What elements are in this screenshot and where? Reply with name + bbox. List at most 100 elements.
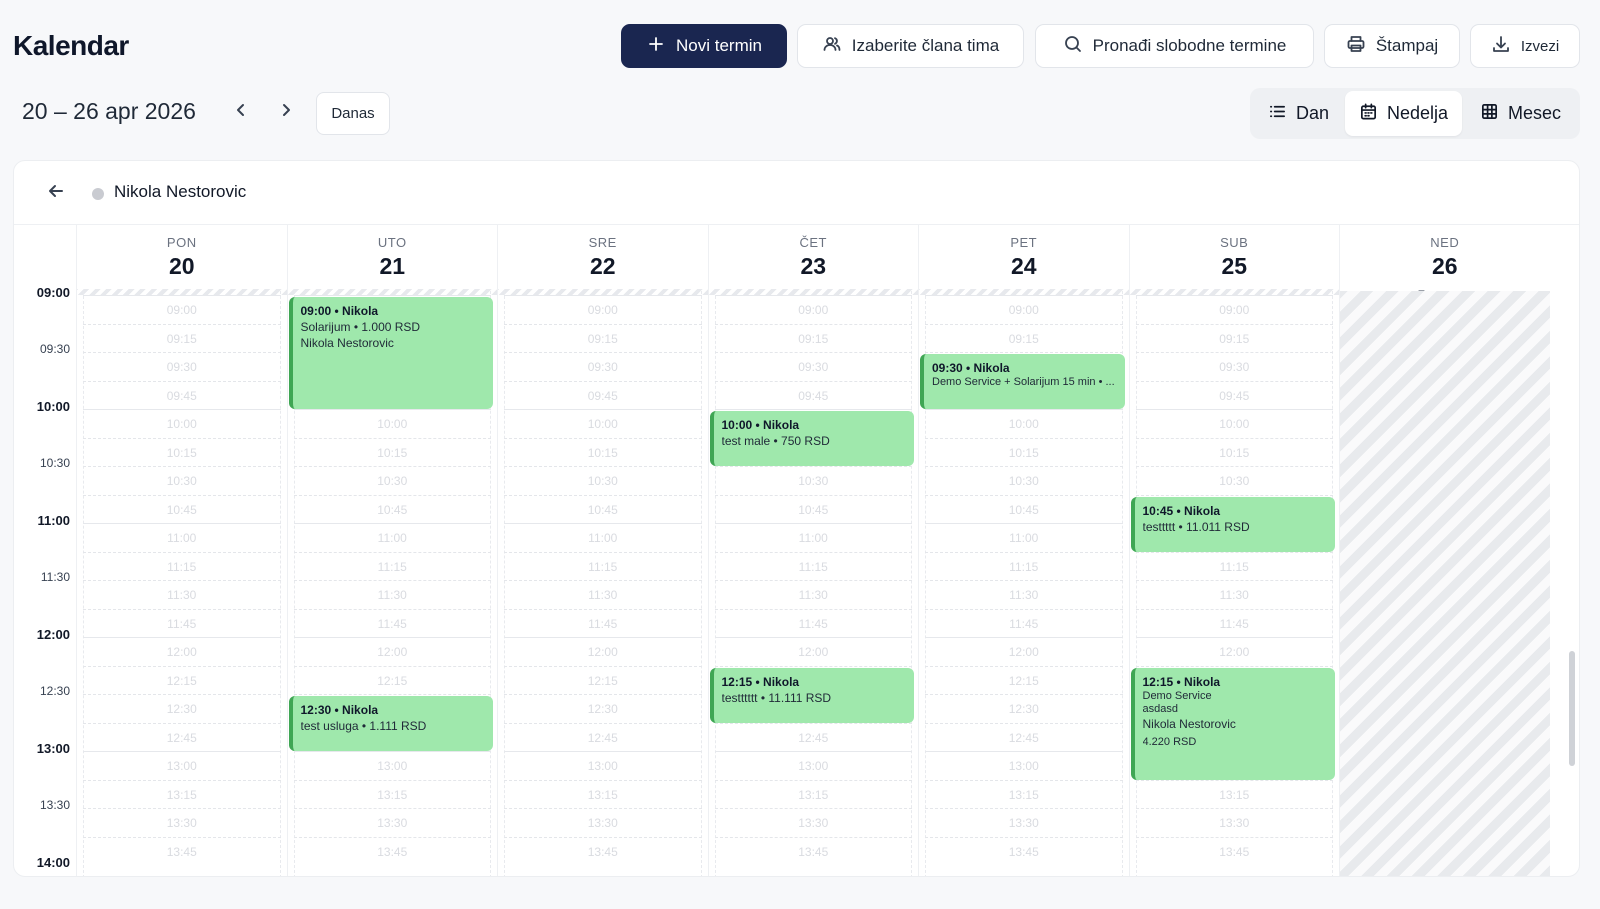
time-slot[interactable]: 13:00 [83,759,281,773]
day-header-25[interactable]: SUB 25 [1128,225,1340,291]
new-appointment-button[interactable]: Novi termin [621,24,787,68]
time-slot[interactable]: 09:30 [83,360,281,374]
time-slot[interactable]: 12:00 [83,645,281,659]
time-slot[interactable]: 12:45 [83,731,281,745]
time-slot[interactable]: 11:45 [715,617,913,631]
vertical-scrollbar[interactable] [1569,651,1575,766]
day-column-20[interactable]: 09:00 09:15 09:30 09:45 10:00 10:15 10:30 10:45… [76,289,287,876]
time-slot[interactable]: 11:45 [504,617,702,631]
previous-week-button[interactable] [228,98,254,126]
time-slot[interactable]: 13:00 [925,759,1123,773]
next-week-button[interactable] [273,98,299,126]
time-slot[interactable]: 11:15 [925,560,1123,574]
time-slot[interactable]: 10:45 [504,503,702,517]
day-header-21[interactable]: UTO 21 [286,225,498,291]
time-slot[interactable]: 13:45 [504,845,702,859]
time-slot[interactable]: 10:45 [294,503,492,517]
time-slot[interactable]: 11:45 [294,617,492,631]
time-slot[interactable]: 13:30 [294,816,492,830]
time-slot[interactable]: 10:15 [83,446,281,460]
time-slot[interactable]: 09:15 [715,332,913,346]
time-slot[interactable]: 12:30 [504,702,702,716]
view-week-button[interactable]: Nedelja [1345,91,1463,136]
time-slot[interactable]: 12:00 [294,645,492,659]
day-header-24[interactable]: PET 24 [918,225,1129,291]
time-slot[interactable]: 11:45 [925,617,1123,631]
time-slot[interactable]: 13:30 [504,816,702,830]
export-button[interactable]: Izvezi [1470,24,1580,68]
appointment-card[interactable]: 09:00 • Nikola Solarijum • 1.000 RSD Nikol… [288,297,493,409]
time-slot[interactable]: 12:45 [715,731,913,745]
day-column-25[interactable]: 09:00 09:15 09:30 09:45 10:00 10:15 10:30 10:45… [1128,289,1339,876]
print-button[interactable]: Štampaj [1324,24,1460,68]
time-slot[interactable]: 13:15 [294,788,492,802]
time-slot[interactable]: 13:00 [504,759,702,773]
time-slot[interactable]: 09:00 [83,303,281,317]
time-slot[interactable]: 09:00 [504,303,702,317]
time-slot[interactable]: 12:00 [504,645,702,659]
time-slot[interactable]: 11:00 [83,531,281,545]
time-slot[interactable]: 09:45 [83,389,281,403]
view-month-button[interactable]: Mesec [1466,91,1575,136]
time-slot[interactable]: 11:00 [294,531,492,545]
time-slot[interactable]: 11:30 [294,588,492,602]
time-slot[interactable]: 11:30 [504,588,702,602]
time-slot[interactable]: 11:30 [83,588,281,602]
time-slot[interactable]: 10:30 [83,474,281,488]
today-button[interactable]: Danas [316,92,390,135]
time-slot[interactable]: 09:30 [1136,360,1334,374]
time-slot[interactable]: 09:00 [925,303,1123,317]
time-slot[interactable]: 11:15 [715,560,913,574]
time-slot[interactable]: 10:00 [294,417,492,431]
time-slot[interactable]: 11:15 [294,560,492,574]
time-slot[interactable]: 10:00 [83,417,281,431]
time-slot[interactable]: 11:00 [925,531,1123,545]
time-slot[interactable]: 11:15 [504,560,702,574]
time-slot[interactable]: 10:15 [925,446,1123,460]
day-header-22[interactable]: SRE 22 [497,225,708,291]
time-slot[interactable]: 12:30 [925,702,1123,716]
time-slot[interactable]: 12:45 [925,731,1123,745]
time-slot[interactable]: 09:00 [1136,303,1334,317]
time-slot[interactable]: 12:00 [1136,645,1334,659]
time-slot[interactable]: 11:15 [1136,560,1334,574]
back-button[interactable] [44,181,68,205]
time-slot[interactable]: 12:15 [925,674,1123,688]
time-slot[interactable]: 10:30 [715,474,913,488]
time-slot[interactable]: 10:45 [715,503,913,517]
appointment-card[interactable]: 12:15 • Nikola Demo Service asdasd Nikola N… [1130,667,1335,780]
day-header-23[interactable]: ČET 23 [707,225,919,291]
time-slot[interactable]: 13:30 [715,816,913,830]
day-header-20[interactable]: PON 20 [76,225,287,291]
time-slot[interactable]: 12:15 [504,674,702,688]
time-slot[interactable]: 13:30 [83,816,281,830]
time-slot[interactable]: 10:00 [504,417,702,431]
time-slot[interactable]: 12:30 [83,702,281,716]
time-slot[interactable]: 10:15 [294,446,492,460]
time-slot[interactable]: 13:00 [715,759,913,773]
time-slot[interactable]: 09:30 [504,360,702,374]
time-slot[interactable]: 13:00 [294,759,492,773]
appointment-card[interactable]: 10:00 • Nikola test male • 750 RSD [709,411,914,466]
time-slot[interactable]: 09:45 [504,389,702,403]
time-slot[interactable]: 12:15 [83,674,281,688]
time-slot[interactable]: 12:00 [715,645,913,659]
appointment-card[interactable]: 12:30 • Nikola test usluga • 1.111 RSD [288,696,493,751]
time-slot[interactable]: 10:00 [1136,417,1334,431]
time-slot[interactable]: 09:15 [83,332,281,346]
time-slot[interactable]: 09:00 [715,303,913,317]
appointment-card[interactable]: 12:15 • Nikola testttttt • 11.111 RSD [709,667,914,723]
time-slot[interactable]: 13:15 [83,788,281,802]
time-slot[interactable]: 10:30 [1136,474,1334,488]
time-slot[interactable]: 13:45 [1136,845,1334,859]
time-slot[interactable]: 13:45 [925,845,1123,859]
time-slot[interactable]: 10:45 [925,503,1123,517]
time-slot[interactable]: 12:45 [504,731,702,745]
time-slot[interactable]: 12:00 [925,645,1123,659]
time-slot[interactable]: 11:15 [83,560,281,574]
time-slot[interactable]: 13:30 [925,816,1123,830]
time-slot[interactable]: 09:45 [715,389,913,403]
time-slot[interactable]: 13:45 [83,845,281,859]
time-slot[interactable]: 12:15 [294,674,492,688]
time-slot[interactable]: 10:30 [294,474,492,488]
